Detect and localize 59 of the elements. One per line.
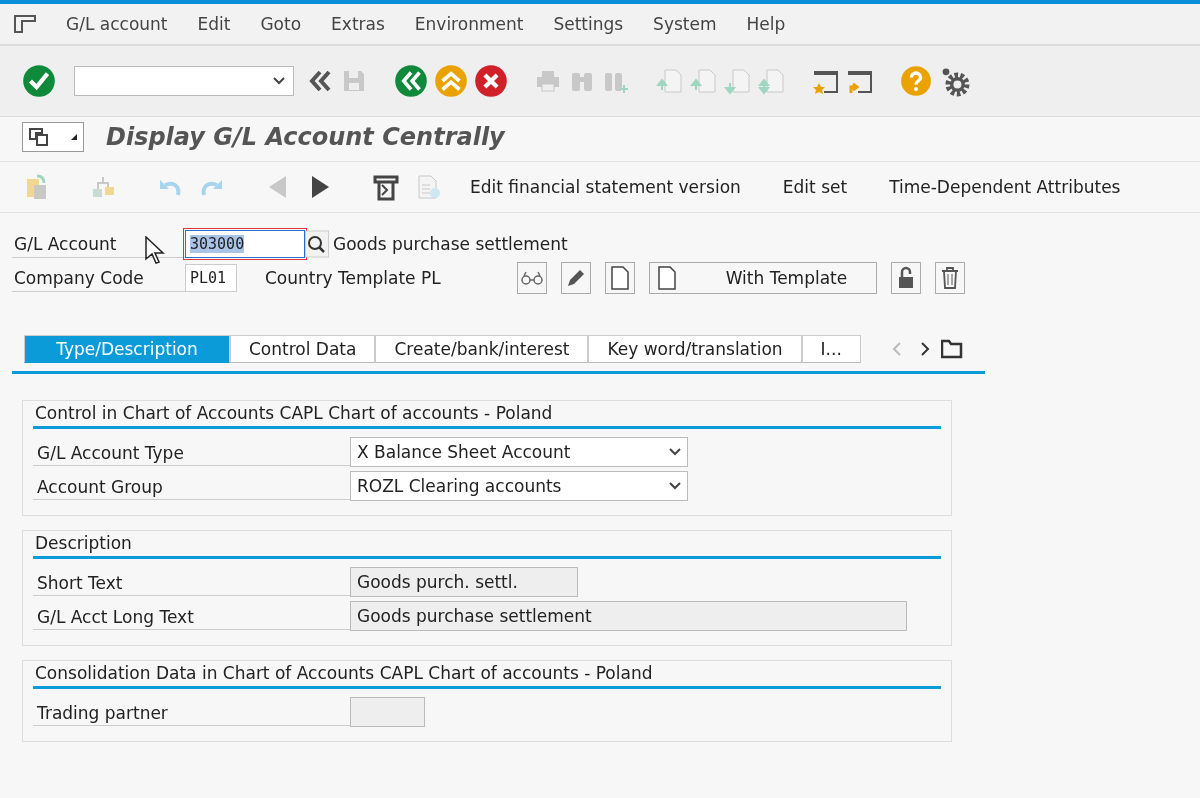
tab[interactable]: Create/bank/interest [375,335,589,363]
toolbar-button[interactable]: Edit set [768,177,862,197]
field-label: Trading partner [33,698,350,726]
folder-icon[interactable] [940,339,963,359]
menu-item[interactable]: Environment [414,14,524,34]
menu-item[interactable]: G/L account [66,14,168,34]
mouse-cursor-icon [145,236,165,266]
field-label: Short Text [33,568,350,596]
chevron-down-icon [273,77,285,85]
chevron-down-icon [669,482,681,490]
menu-item[interactable]: System [653,14,717,34]
text-field[interactable]: Goods purch. settl. [350,567,578,597]
input-field[interactable]: 303000 [185,230,305,258]
dropdown-field[interactable]: ROZL Clearing accounts [350,471,688,501]
screen-menu-button[interactable] [22,122,84,152]
padlock-icon [896,266,915,290]
corner-triangle-icon [71,134,77,140]
pencil-button[interactable] [560,262,591,294]
screens-icon [29,127,49,147]
glasses-icon [520,271,543,285]
menu-item[interactable]: Help [746,14,786,34]
group-title: Control in Chart of Accounts CAPL Chart of accounts - Poland [33,401,941,429]
menu-item[interactable]: Goto [260,14,302,34]
chevron-down-icon [669,448,681,456]
with-template-button[interactable]: With Template [648,262,877,294]
dropdown-field[interactable]: X Balance Sheet Account [350,437,688,467]
toolbar-button[interactable]: Edit financial statement version [456,177,755,197]
account-description: Goods purchase settlement [333,234,568,254]
delete-button[interactable] [934,262,965,294]
checkmark-icon[interactable] [22,64,56,98]
company-description: Country Template PL [265,268,441,288]
field-label: G/L Account Type [33,438,350,466]
tab[interactable]: Key word/translation [588,335,802,363]
toolbar-button[interactable]: Time-Dependent Attributes [875,177,1135,197]
document-icon [610,266,629,290]
text-field[interactable] [350,697,425,727]
menu-item[interactable]: Edit [197,14,231,34]
trash-icon [939,266,960,290]
screen-title: Display G/L Account Centrally [106,123,505,151]
tab[interactable]: Control Data [230,335,376,363]
tab[interactable]: I... [801,335,861,363]
menu-icon[interactable] [14,15,36,33]
new-document-button[interactable] [604,262,635,294]
unlock-button[interactable] [890,262,921,294]
cancel-icon[interactable] [474,64,508,98]
search-icon[interactable] [305,230,329,258]
group-title: Consolidation Data in Chart of Accounts CAPL Chart of accounts - Poland [33,661,941,689]
command-field[interactable] [74,66,294,96]
input-field[interactable]: PL01 [185,264,237,292]
menu-item[interactable]: Settings [553,14,624,34]
menu-item[interactable]: Extras [331,14,385,34]
group-title: Description [33,531,941,559]
field-label: G/L Acct Long Text [33,602,350,630]
document-icon [657,266,676,290]
glasses-button[interactable] [516,262,547,294]
text-field[interactable]: Goods purchase settlement [350,601,907,631]
chevron-right-icon[interactable] [918,341,931,357]
field-label: Account Group [33,472,350,500]
back-icon[interactable] [394,64,428,98]
